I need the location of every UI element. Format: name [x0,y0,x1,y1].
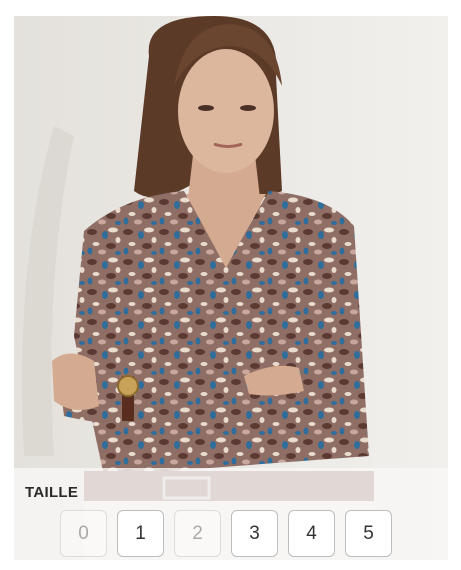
size-button-3[interactable]: 3 [231,510,278,557]
size-button-5[interactable]: 5 [345,510,392,557]
size-selector: TAILLE 0 1 2 3 4 5 [14,468,448,560]
size-button-1[interactable]: 1 [117,510,164,557]
product-card: TAILLE 0 1 2 3 4 5 [14,16,448,560]
size-button-4[interactable]: 4 [288,510,335,557]
size-button-2[interactable]: 2 [174,510,221,557]
size-options: 0 1 2 3 4 5 [60,510,392,557]
size-button-0[interactable]: 0 [60,510,107,557]
size-title: TAILLE [25,484,79,501]
